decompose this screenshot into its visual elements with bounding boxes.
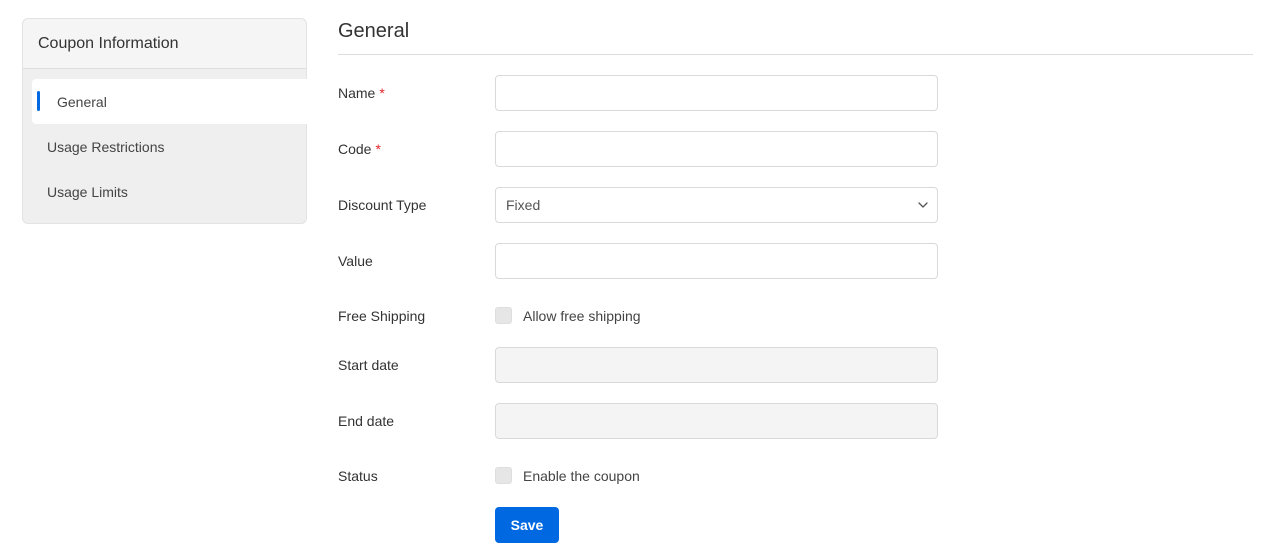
sidebar-item-label: Usage Restrictions xyxy=(47,138,165,155)
discount-type-label: Discount Type xyxy=(338,197,427,213)
required-mark: * xyxy=(379,85,385,101)
free-shipping-checkbox[interactable] xyxy=(495,307,512,324)
save-button[interactable]: Save xyxy=(495,507,559,543)
sidebar-item-label: General xyxy=(57,93,107,110)
sidebar-title: Coupon Information xyxy=(23,19,306,69)
status-checkbox-wrap[interactable]: Enable the coupon xyxy=(495,467,640,484)
end-date-row: End date xyxy=(338,403,938,439)
code-row: Code * xyxy=(338,131,938,167)
page-title: General xyxy=(338,20,410,42)
code-label-text: Code xyxy=(338,141,372,157)
required-mark: * xyxy=(375,141,381,157)
name-row: Name * xyxy=(338,75,938,111)
name-label: Name * xyxy=(338,85,495,101)
free-shipping-label: Free Shipping xyxy=(338,307,426,324)
value-row: Value xyxy=(338,243,938,279)
value-label: Value xyxy=(338,253,373,269)
value-input[interactable] xyxy=(495,243,938,279)
discount-type-select[interactable]: Fixed xyxy=(495,187,938,223)
sidebar-item-label: Usage Limits xyxy=(47,183,128,200)
discount-type-row: Discount Type Fixed xyxy=(338,187,938,223)
end-date-input[interactable] xyxy=(495,403,938,439)
name-label-text: Name xyxy=(338,85,376,101)
start-date-input[interactable] xyxy=(495,347,938,383)
title-divider xyxy=(338,54,1253,55)
free-shipping-checkbox-wrap[interactable]: Allow free shipping xyxy=(495,307,641,324)
free-shipping-row: Free Shipping Allow free shipping xyxy=(338,307,641,324)
start-date-row: Start date xyxy=(338,347,938,383)
sidebar-menu: General Usage Restrictions Usage Limits xyxy=(23,69,307,214)
sidebar-item-general[interactable]: General xyxy=(32,79,307,124)
code-input[interactable] xyxy=(495,131,938,167)
enable-coupon-checkbox[interactable] xyxy=(495,467,512,484)
coupon-sidebar: Coupon Information General Usage Restric… xyxy=(22,18,307,224)
status-label: Status xyxy=(338,467,378,484)
code-label: Code * xyxy=(338,141,495,157)
free-shipping-checkbox-label[interactable]: Allow free shipping xyxy=(523,308,641,324)
status-row: Status Enable the coupon xyxy=(338,467,640,484)
start-date-label: Start date xyxy=(338,357,399,373)
active-indicator xyxy=(37,91,40,111)
chevron-down-icon xyxy=(918,202,928,208)
end-date-label: End date xyxy=(338,413,395,429)
general-section: General Name * Code * Discount Type Fixed … xyxy=(338,18,1253,543)
discount-type-selected: Fixed xyxy=(506,197,541,213)
enable-coupon-checkbox-label[interactable]: Enable the coupon xyxy=(523,468,640,484)
sidebar-item-usage-limits[interactable]: Usage Limits xyxy=(23,169,306,214)
sidebar-item-usage-restrictions[interactable]: Usage Restrictions xyxy=(23,124,306,169)
name-input[interactable] xyxy=(495,75,938,111)
